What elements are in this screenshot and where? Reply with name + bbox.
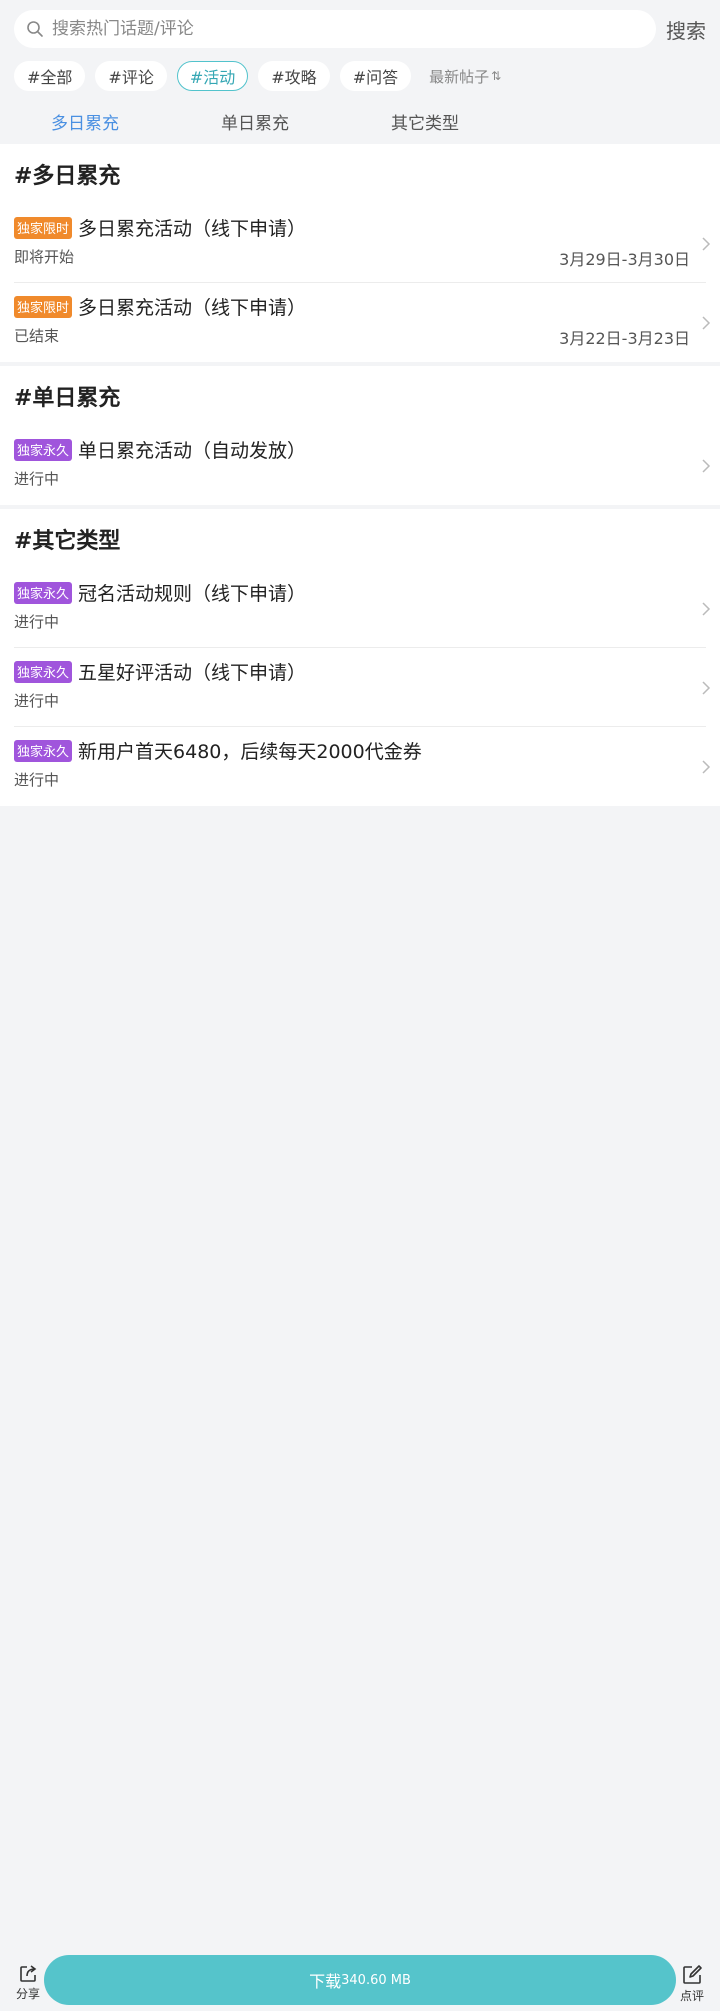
item-date: 3月29日-3月30日 bbox=[559, 250, 690, 269]
download-button[interactable]: 下载 340.60 MB bbox=[44, 1955, 676, 2005]
section-title: #单日累充 bbox=[14, 386, 121, 411]
badge-permanent: 独家永久 bbox=[14, 438, 73, 461]
item-status: 进行中 bbox=[14, 771, 60, 789]
item-status: 即将开始 bbox=[14, 248, 75, 266]
item-date: 3月22日-3月23日 bbox=[559, 329, 690, 348]
item-status: 进行中 bbox=[14, 613, 60, 631]
badge-limited: 独家限时 bbox=[14, 216, 73, 239]
sort-label: 最新帖子 bbox=[429, 67, 490, 86]
sort-icon: ⇅ bbox=[491, 69, 502, 83]
section-other-types: #其它类型 独家永久 冠名活动规则（线下申请） 进行中 独家永久 五星好评活动（… bbox=[0, 509, 720, 806]
chevron-right-icon bbox=[702, 602, 711, 616]
list-item[interactable]: 独家限时 多日累充活动（线下申请） 即将开始 3月29日-3月30日 bbox=[14, 204, 711, 283]
badge-permanent: 独家永久 bbox=[14, 660, 73, 683]
bottom-bar: 分享 下载 340.60 MB 点评 bbox=[0, 1950, 720, 2011]
chevron-right-icon bbox=[702, 459, 711, 473]
list-item[interactable]: 独家限时 多日累充活动（线下申请） 已结束 3月22日-3月23日 bbox=[14, 283, 711, 362]
section-multi-day: #多日累充 独家限时 多日累充活动（线下申请） 即将开始 3月29日-3月30日… bbox=[0, 144, 720, 362]
tab-other-types[interactable]: 其它类型 bbox=[340, 109, 510, 134]
item-status: 进行中 bbox=[14, 470, 60, 488]
list-item[interactable]: 独家永久 五星好评活动（线下申请） 进行中 bbox=[14, 648, 711, 727]
item-status: 进行中 bbox=[14, 692, 60, 710]
edit-icon bbox=[683, 1965, 702, 1984]
item-title: 多日累充活动（线下申请） bbox=[78, 297, 307, 319]
search-button[interactable]: 搜索 bbox=[666, 15, 706, 44]
download-size: 340.60 MB bbox=[341, 1972, 411, 1988]
sort-button[interactable]: 最新帖子 ⇅ bbox=[429, 66, 501, 87]
review-button[interactable]: 点评 bbox=[676, 1964, 708, 2008]
list-item[interactable]: 独家永久 冠名活动规则（线下申请） 进行中 bbox=[14, 569, 711, 648]
search-icon bbox=[26, 19, 46, 39]
share-button[interactable]: 分享 bbox=[12, 1964, 44, 2008]
item-title: 多日累充活动（线下申请） bbox=[78, 218, 307, 240]
list-item[interactable]: 独家永久 单日累充活动（自动发放） 进行中 bbox=[14, 426, 711, 505]
page: 搜索 #全部 #评论 #活动 #攻略 #问答 最新帖子 ⇅ 多日累充 单日累充 … bbox=[0, 0, 720, 2011]
chip-activities[interactable]: #活动 bbox=[176, 61, 249, 91]
item-status: 已结束 bbox=[14, 327, 60, 345]
section-single-day: #单日累充 独家永久 单日累充活动（自动发放） 进行中 bbox=[0, 366, 720, 505]
item-title: 五星好评活动（线下申请） bbox=[78, 662, 307, 684]
search-input[interactable] bbox=[52, 19, 632, 39]
chip-comments[interactable]: #评论 bbox=[95, 61, 167, 91]
chevron-right-icon bbox=[702, 760, 711, 774]
badge-permanent: 独家永久 bbox=[14, 581, 73, 604]
share-icon bbox=[20, 1965, 37, 1982]
review-label: 点评 bbox=[679, 1989, 704, 2003]
badge-permanent: 独家永久 bbox=[14, 739, 73, 762]
chip-qa[interactable]: #问答 bbox=[339, 61, 412, 91]
chevron-right-icon bbox=[702, 681, 711, 695]
section-title: #其它类型 bbox=[14, 529, 121, 554]
search-box[interactable] bbox=[14, 10, 656, 48]
chip-guides[interactable]: #攻略 bbox=[258, 61, 330, 91]
tab-multi-day[interactable]: 多日累充 bbox=[0, 109, 170, 134]
share-label: 分享 bbox=[15, 1987, 40, 2001]
item-title: 新用户首天6480，后续每天2000代金券 bbox=[78, 741, 422, 763]
search-row: 搜索 bbox=[0, 0, 720, 58]
item-title: 冠名活动规则（线下申请） bbox=[78, 583, 307, 605]
badge-limited: 独家限时 bbox=[14, 295, 73, 318]
chevron-right-icon bbox=[702, 237, 711, 251]
download-label: 下载 bbox=[309, 1972, 342, 1991]
chip-all[interactable]: #全部 bbox=[14, 61, 86, 91]
section-title: #多日累充 bbox=[14, 164, 121, 189]
chevron-right-icon bbox=[702, 316, 711, 330]
sub-tabs: 多日累充 单日累充 其它类型 bbox=[0, 100, 720, 142]
item-title: 单日累充活动（自动发放） bbox=[78, 440, 307, 462]
tag-chips: #全部 #评论 #活动 #攻略 #问答 最新帖子 ⇅ bbox=[0, 58, 720, 94]
tab-single-day[interactable]: 单日累充 bbox=[170, 109, 340, 134]
list-item[interactable]: 独家永久 新用户首天6480，后续每天2000代金券 进行中 bbox=[14, 727, 711, 806]
